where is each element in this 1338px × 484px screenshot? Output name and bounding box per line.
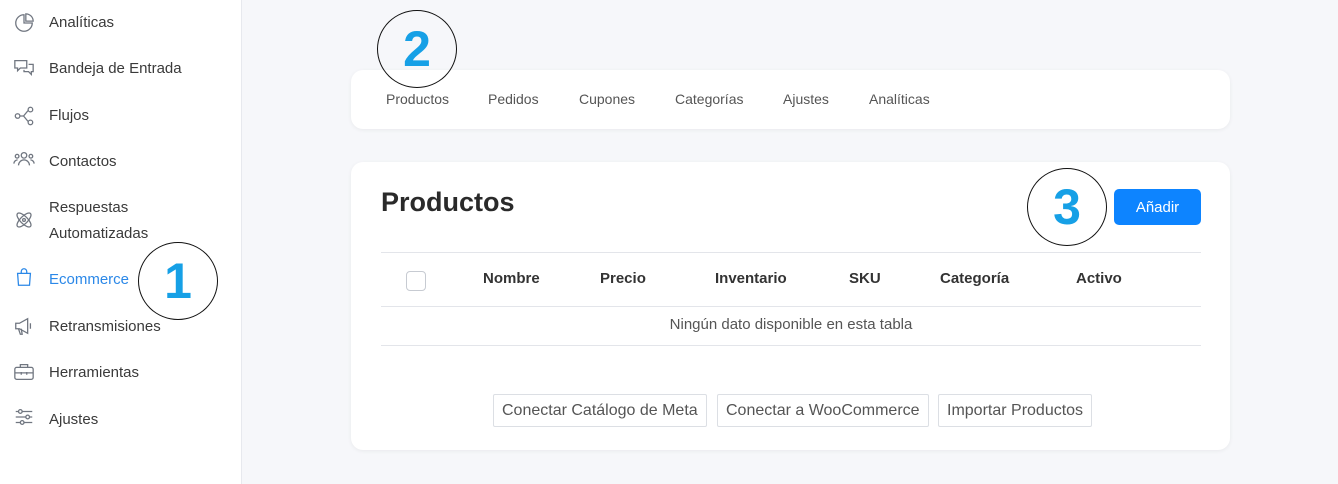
sidebar-item-retransmisiones[interactable]: Retransmisiones xyxy=(0,314,241,340)
sidebar-item-label: Respuestas xyxy=(49,199,129,216)
import-products-button[interactable]: Importar Productos xyxy=(938,394,1093,427)
sidebar-item-herramientas[interactable]: Herramientas xyxy=(0,360,241,386)
app-window: Analíticas Bandeja de Entrada Flujos Con… xyxy=(0,0,1338,484)
connect-woocommerce-button[interactable]: Conectar a WooCommerce xyxy=(717,394,929,427)
flow-nodes-icon xyxy=(12,104,36,128)
pie-chart-icon xyxy=(12,11,36,35)
sidebar: Analíticas Bandeja de Entrada Flujos Con… xyxy=(0,0,242,484)
column-header-activo[interactable]: Activo xyxy=(1076,270,1122,287)
table-divider xyxy=(381,252,1201,253)
tab-ajustes[interactable]: Ajustes xyxy=(783,91,829,107)
megaphone-icon xyxy=(12,314,36,338)
sidebar-item-analiticas[interactable]: Analíticas xyxy=(0,10,241,36)
tab-pedidos[interactable]: Pedidos xyxy=(488,91,539,107)
page-title: Productos xyxy=(381,187,515,217)
empty-table-message: Ningún dato disponible en esta tabla xyxy=(669,316,913,333)
tab-categorias[interactable]: Categorías xyxy=(675,91,743,107)
sidebar-item-label: Flujos xyxy=(49,107,90,124)
column-header-categoria[interactable]: Categoría xyxy=(940,270,1009,287)
column-header-precio[interactable]: Precio xyxy=(600,270,646,287)
sidebar-item-label: Contactos xyxy=(49,153,117,170)
table-divider xyxy=(381,345,1201,346)
sidebar-item-label: Ecommerce xyxy=(49,271,130,288)
sidebar-item-contactos[interactable]: Contactos xyxy=(0,149,241,175)
table-divider xyxy=(381,306,1201,307)
sidebar-item-label-line2: Automatizadas xyxy=(49,225,149,242)
sidebar-item-label: Herramientas xyxy=(49,364,140,381)
annotation-marker-1: 1 xyxy=(138,242,218,320)
toolbox-icon xyxy=(12,360,36,384)
sidebar-item-label: Ajustes xyxy=(49,411,99,428)
tab-analiticas[interactable]: Analíticas xyxy=(869,91,930,107)
shopping-bag-icon xyxy=(12,265,36,289)
sidebar-item-ajustes[interactable]: Ajustes xyxy=(0,407,241,433)
sliders-icon xyxy=(12,405,36,429)
sidebar-item-label: Retransmisiones xyxy=(49,318,161,335)
add-product-button[interactable]: Añadir xyxy=(1114,189,1201,225)
chat-bubbles-icon xyxy=(12,56,36,80)
annotation-marker-3: 3 xyxy=(1027,168,1107,246)
users-icon xyxy=(12,147,36,171)
select-all-checkbox[interactable] xyxy=(406,271,426,291)
connect-meta-catalog-button[interactable]: Conectar Catálogo de Meta xyxy=(493,394,707,427)
sidebar-item-label: Analíticas xyxy=(49,14,115,31)
sidebar-item-label: Bandeja de Entrada xyxy=(49,60,182,77)
column-header-inventario[interactable]: Inventario xyxy=(715,270,787,287)
sidebar-item-bandeja[interactable]: Bandeja de Entrada xyxy=(0,56,241,82)
tab-productos[interactable]: Productos xyxy=(386,91,449,107)
tab-bar: Productos Pedidos Cupones Categorías Aju… xyxy=(351,70,1230,129)
column-header-sku[interactable]: SKU xyxy=(849,270,881,287)
column-header-nombre[interactable]: Nombre xyxy=(483,270,540,287)
sidebar-item-respuestas[interactable]: Respuestas Automatizadas xyxy=(0,195,241,247)
sidebar-item-flujos[interactable]: Flujos xyxy=(0,103,241,129)
tab-cupones[interactable]: Cupones xyxy=(579,91,635,107)
atom-icon xyxy=(12,208,36,232)
annotation-marker-2: 2 xyxy=(377,10,457,88)
